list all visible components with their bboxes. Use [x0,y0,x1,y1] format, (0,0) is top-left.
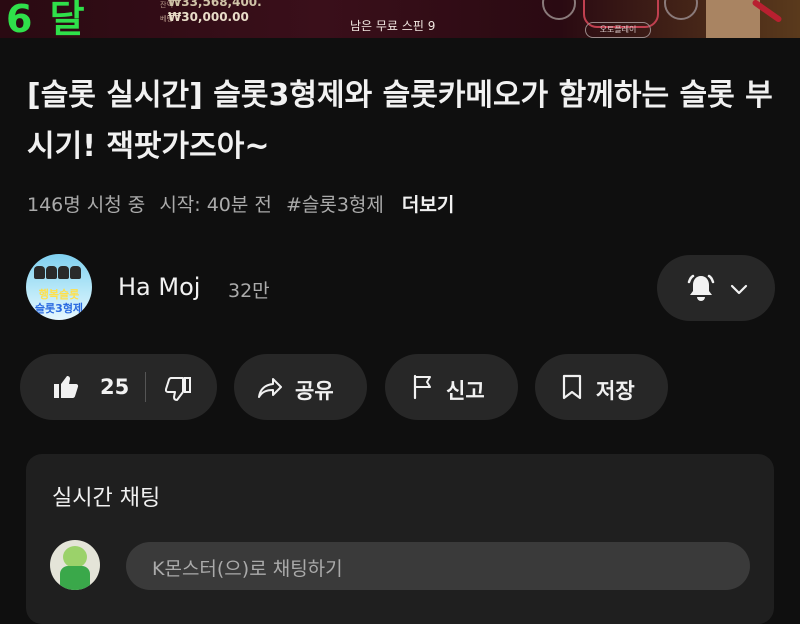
save-label: 저장 [596,379,635,403]
like-divider [145,372,146,402]
share-arrow-icon [258,378,282,398]
chat-input[interactable]: K몬스터(으)로 채팅하기 [126,542,750,590]
video-player-strip[interactable]: 6 달 잔액 ₩33,568,400. 베팅 ₩30,000.00 남은 무료 … [0,0,800,38]
live-chat-panel[interactable]: 실시간 채팅 K몬스터(으)로 채팅하기 [26,454,774,624]
save-button[interactable]: 저장 [535,354,668,420]
video-minus-control [542,0,576,20]
like-count[interactable]: 25 [100,375,129,399]
video-meta[interactable]: 146명 시청 중 시작: 40분 전 #슬롯3형제 더보기 [27,190,462,217]
bookmark-icon [562,374,582,400]
video-free-spins: 남은 무료 스핀 9 [350,17,435,34]
avatar-faces [34,264,84,282]
avatar-body [60,566,90,590]
flag-icon [413,374,431,400]
video-title: [슬롯 실시간] 슬롯3형제와 슬롯카메오가 함께하는 슬롯 부시기! 잭팟가즈… [27,78,773,164]
more-button[interactable]: 더보기 [402,194,454,216]
chevron-down-icon [730,284,748,295]
channel-name[interactable]: Ha Moj [118,273,200,301]
chat-input-placeholder: K몬스터(으)로 채팅하기 [152,558,343,580]
thumbs-up-icon[interactable] [52,374,80,400]
channel-avatar[interactable]: 행복슬롯 슬롯3형제 [26,254,92,320]
share-button[interactable]: 공유 [234,354,367,420]
avatar-head [63,546,87,568]
share-label: 공유 [295,379,334,403]
subscriber-count: 32만 [228,280,270,302]
bell-ringing-icon [687,274,715,301]
video-plus-control [664,0,698,20]
user-avatar [50,540,100,590]
free-spins-count: 9 [427,19,436,33]
video-autoplay-label: 오토플레이 [585,22,651,38]
avatar-text-line2: 슬롯3형제 [34,302,84,315]
report-label: 신고 [446,379,485,403]
report-button[interactable]: 신고 [385,354,518,420]
free-spins-label: 남은 무료 스핀 [350,19,424,33]
hashtag-link[interactable]: #슬롯3형제 [286,194,384,216]
video-tree-graphic [706,0,760,38]
video-balance-amount: ₩33,568,400. [168,0,262,9]
thumbs-down-icon[interactable] [165,376,193,402]
viewer-count: 146명 시청 중 [27,194,146,216]
live-chat-title: 실시간 채팅 [52,486,161,511]
like-dislike-group: 25 [20,354,217,420]
video-overlay-big-text: 6 달 [6,0,87,38]
start-time: 시작: 40분 전 [159,194,272,216]
notification-bell-button[interactable] [657,255,775,321]
video-bet-amount: ₩30,000.00 [168,10,249,24]
